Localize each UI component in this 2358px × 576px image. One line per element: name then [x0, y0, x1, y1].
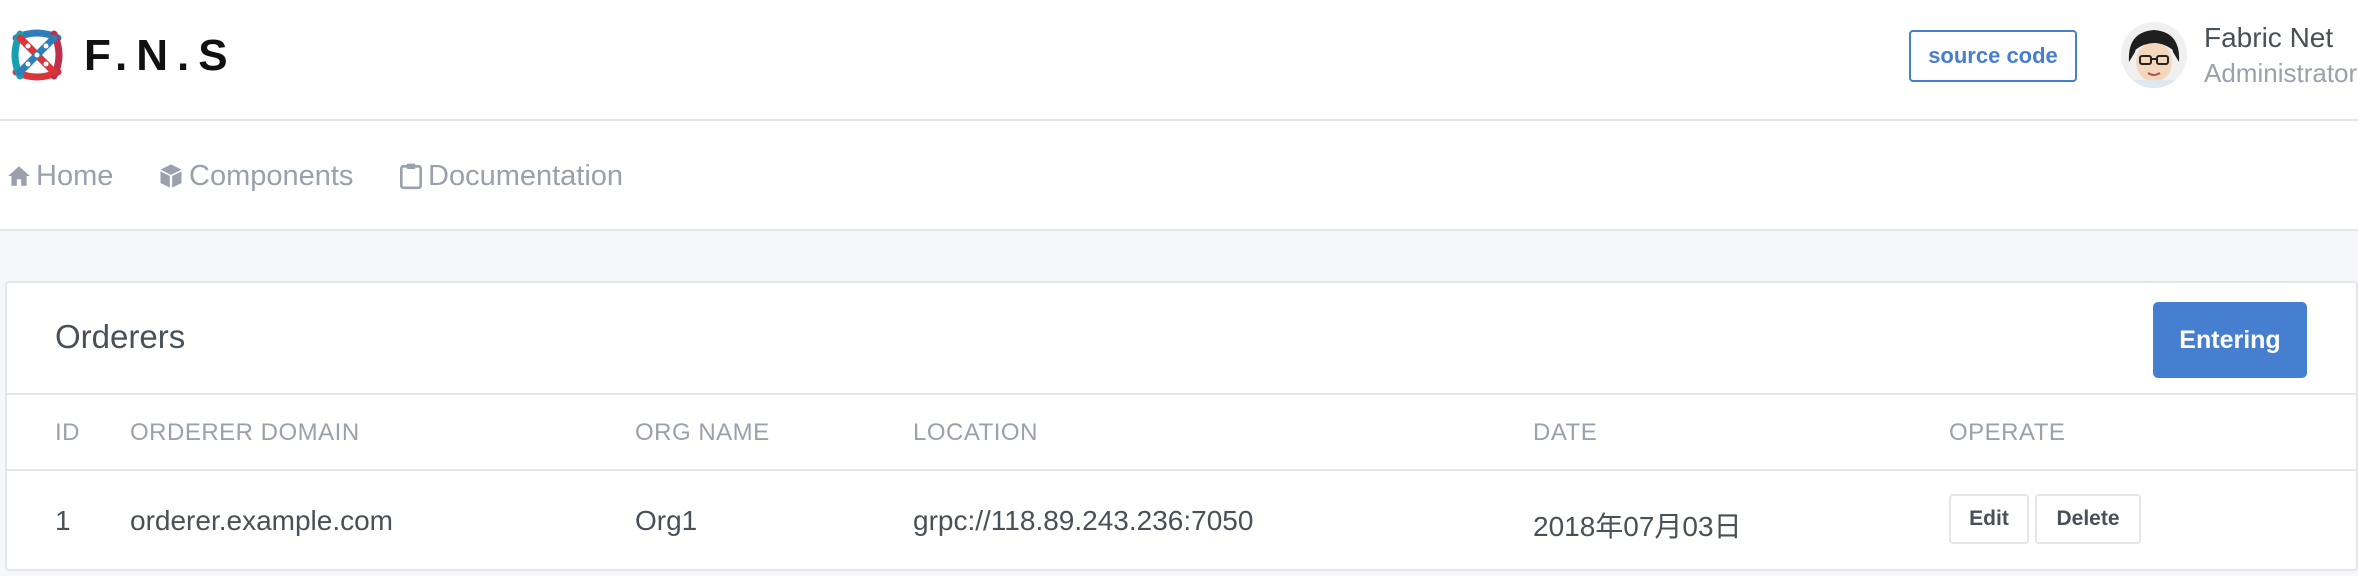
top-header: F.N.S source code Fabric Net Administrat… [0, 0, 2358, 121]
brand-name[interactable]: F.N.S [84, 28, 237, 84]
avatar-face-icon [2121, 22, 2187, 88]
cell-date: 2018年07月03日 [1533, 511, 1742, 542]
fns-logo-icon[interactable] [6, 24, 68, 86]
cell-org-name: Org1 [635, 505, 698, 536]
main-nav: Home Components Documentation [0, 121, 2358, 231]
user-name[interactable]: Fabric Net [2204, 22, 2333, 54]
nav-item-components[interactable]: Components [157, 157, 353, 195]
column-header-org-name: ORG NAME [635, 419, 770, 446]
cell-location: grpc://118.89.243.236:7050 [913, 505, 1254, 536]
column-header-id: ID [55, 419, 80, 446]
orderers-card: Orderers Entering ID ORDERER DOMAIN ORG … [5, 281, 2358, 571]
nav-item-label: Documentation [428, 159, 624, 192]
nav-item-label: Components [189, 159, 354, 192]
user-role: Administrator [2204, 58, 2358, 88]
home-icon [8, 166, 30, 186]
cell-orderer-domain: orderer.example.com [130, 505, 394, 536]
clipboard-icon [400, 163, 422, 190]
column-header-orderer-domain: ORDERER DOMAIN [130, 419, 360, 446]
entering-button[interactable]: Entering [2153, 302, 2307, 378]
nav-item-label: Home [36, 159, 114, 192]
avatar[interactable] [2121, 22, 2187, 88]
card-title: Orderers [55, 318, 186, 355]
box-icon [160, 164, 182, 188]
column-header-operate: OPERATE [1949, 419, 2066, 446]
source-code-button[interactable]: source code [1909, 30, 2077, 82]
nav-item-documentation[interactable]: Documentation [398, 157, 623, 195]
card-header: Orderers Entering [7, 283, 2356, 395]
nav-item-home[interactable]: Home [6, 157, 113, 195]
table-header: ID ORDERER DOMAIN ORG NAME LOCATION DATE… [7, 395, 2356, 471]
delete-button[interactable]: Delete [2035, 494, 2141, 544]
column-header-date: DATE [1533, 419, 1598, 446]
cell-id: 1 [55, 505, 71, 536]
column-header-location: LOCATION [913, 419, 1038, 446]
edit-button[interactable]: Edit [1949, 494, 2029, 544]
